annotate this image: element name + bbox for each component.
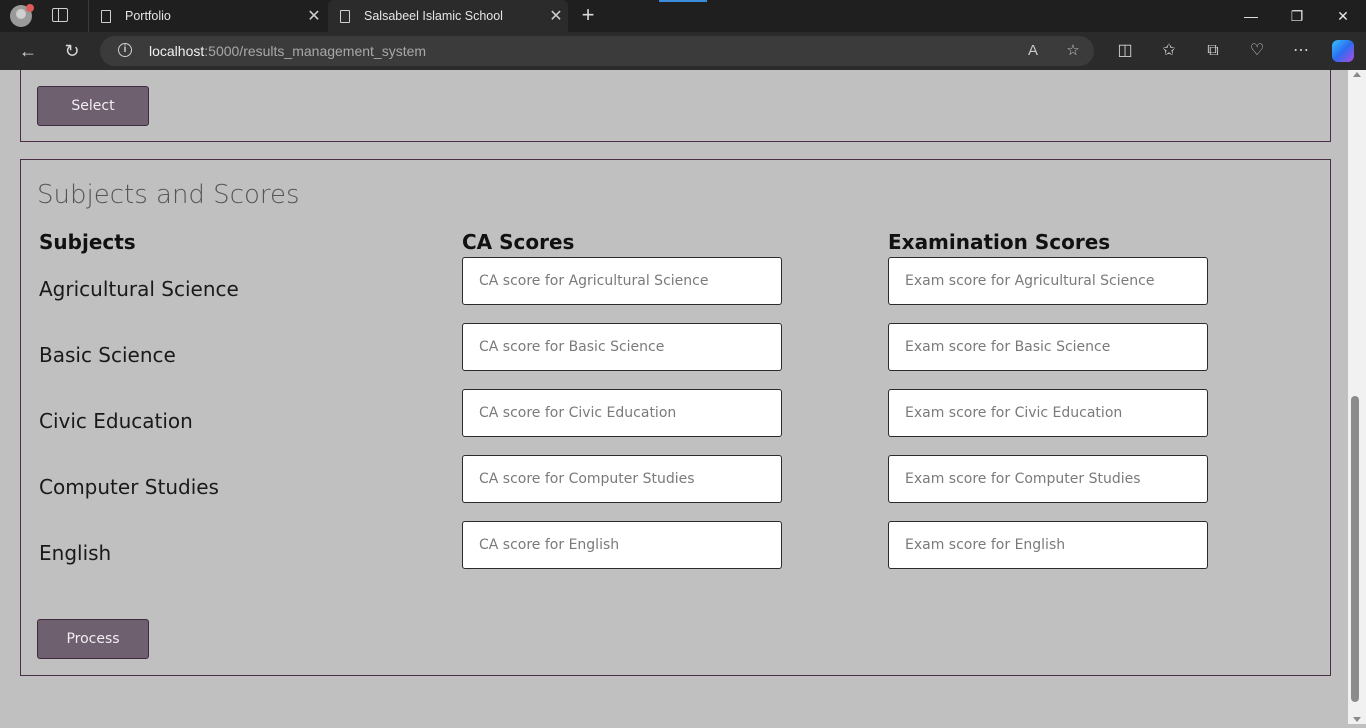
tab-title: Salsabeel Islamic School <box>364 9 503 23</box>
close-window-icon[interactable]: ✕ <box>1320 0 1366 32</box>
subject-label: Agricultural Science <box>39 277 239 301</box>
copilot-icon[interactable] <box>1332 40 1354 62</box>
scroll-down-icon[interactable] <box>1353 717 1361 722</box>
browser-essentials-icon[interactable]: ♡ <box>1244 38 1270 64</box>
exam-score-input[interactable] <box>888 323 1208 371</box>
address-bar[interactable]: i localhost:5000/results_management_syst… <box>100 36 1094 66</box>
panel-title: Subjects and Scores <box>37 180 300 210</box>
tab-salsabeel[interactable]: Salsabeel Islamic School ✕ <box>328 0 568 32</box>
minimize-icon[interactable]: — <box>1228 0 1274 32</box>
collections-icon[interactable]: ⧉ <box>1200 38 1226 64</box>
ca-score-input[interactable] <box>462 455 782 503</box>
scrollbar-thumb[interactable] <box>1351 396 1359 702</box>
exam-scores-header: Examination Scores <box>888 230 1111 254</box>
process-button[interactable]: Process <box>37 619 149 659</box>
url-text[interactable]: localhost:5000/results_management_system <box>149 43 426 59</box>
subject-label: English <box>39 541 112 565</box>
ca-scores-header: CA Scores <box>462 230 575 254</box>
page-icon <box>101 9 111 23</box>
subjects-header: Subjects <box>39 230 136 254</box>
exam-score-input[interactable] <box>888 389 1208 437</box>
ca-score-input[interactable] <box>462 323 782 371</box>
exam-score-input[interactable] <box>888 257 1208 305</box>
ca-score-input[interactable] <box>462 521 782 569</box>
subject-label: Basic Science <box>39 343 176 367</box>
ca-score-input[interactable] <box>462 389 782 437</box>
close-tab-icon[interactable]: ✕ <box>302 6 326 26</box>
subjects-scores-panel: Subjects and Scores Subjects CA Scores E… <box>20 159 1331 676</box>
select-button[interactable]: Select <box>37 86 149 126</box>
browser-toolbar: ← ↻ i localhost:5000/results_management_… <box>0 32 1366 70</box>
url-path: :5000/results_management_system <box>204 43 427 59</box>
notification-dot-icon <box>26 4 34 12</box>
split-screen-icon[interactable]: ◫ <box>1112 38 1138 64</box>
refresh-icon[interactable]: ↻ <box>58 37 86 65</box>
tab-portfolio[interactable]: Portfolio ✕ <box>88 0 326 32</box>
favorites-icon[interactable]: ✩ <box>1156 38 1182 64</box>
restore-icon[interactable]: ❐ <box>1274 0 1320 32</box>
browser-tab-strip: Portfolio ✕ Salsabeel Islamic School ✕ +… <box>0 0 1366 32</box>
back-arrow-icon[interactable]: ← <box>14 37 42 65</box>
subject-label: Civic Education <box>39 409 193 433</box>
exam-score-input[interactable] <box>888 521 1208 569</box>
class-selection-panel: Select <box>20 70 1331 142</box>
page-content: Select Subjects and Scores Subjects CA S… <box>0 70 1348 724</box>
url-host: localhost <box>149 43 205 59</box>
active-indicator <box>659 0 707 2</box>
subject-label: Computer Studies <box>39 475 219 499</box>
close-tab-icon[interactable]: ✕ <box>544 6 568 26</box>
read-aloud-icon[interactable]: A <box>1022 40 1044 62</box>
site-info-icon[interactable]: i <box>118 43 132 57</box>
tab-actions-icon[interactable] <box>52 8 68 22</box>
tab-title: Portfolio <box>125 9 171 23</box>
exam-score-input[interactable] <box>888 455 1208 503</box>
page-icon <box>340 9 350 23</box>
new-tab-icon[interactable]: + <box>578 2 598 28</box>
favorite-star-icon[interactable]: ☆ <box>1062 40 1084 62</box>
more-menu-icon[interactable]: ⋯ <box>1288 38 1314 64</box>
scroll-up-icon[interactable] <box>1353 72 1361 77</box>
ca-score-input[interactable] <box>462 257 782 305</box>
